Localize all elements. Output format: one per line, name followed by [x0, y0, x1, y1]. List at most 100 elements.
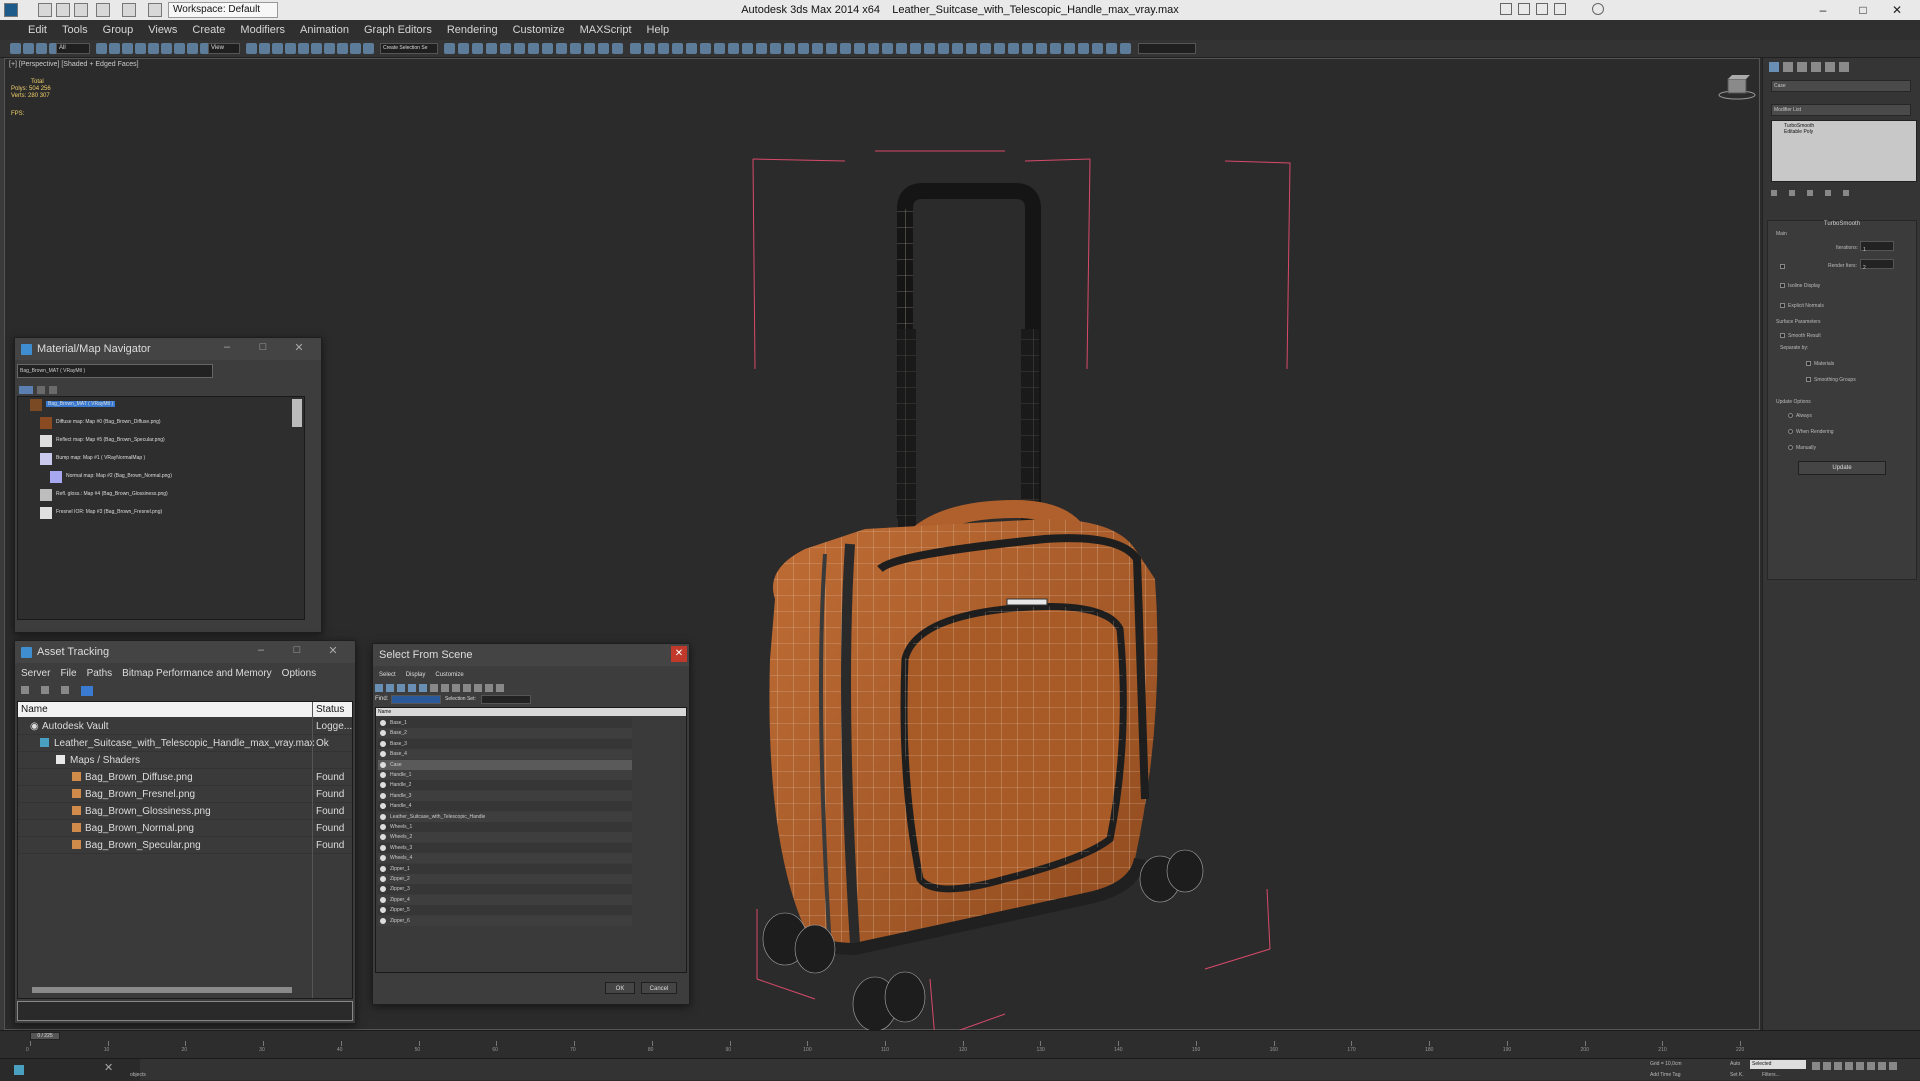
toolbar-button-icon[interactable] — [1022, 43, 1033, 54]
toolbar-button-icon[interactable] — [556, 43, 567, 54]
stack-item-editable-poly[interactable]: Editable Poly — [1772, 129, 1916, 135]
maxscript-listener[interactable]: ✕ — [0, 1059, 140, 1081]
render-iters-spinner[interactable]: 2 — [1860, 259, 1894, 271]
manually-radio[interactable] — [1788, 445, 1793, 450]
toolbar-button-icon[interactable] — [770, 43, 781, 54]
toolbar-button-icon[interactable] — [350, 43, 361, 54]
modify-tab-icon[interactable] — [1783, 62, 1793, 72]
toolbar-button-icon[interactable] — [756, 43, 767, 54]
show-end-result-icon[interactable] — [1789, 190, 1795, 196]
menu-graph-editors[interactable]: Graph Editors — [364, 24, 432, 36]
toolbar-button-icon[interactable] — [285, 43, 296, 54]
xrefs-filter-icon[interactable] — [452, 684, 460, 692]
app-menu-icon[interactable] — [4, 3, 18, 17]
menu-select[interactable]: Select — [379, 672, 396, 678]
toolbar-button-icon[interactable] — [1008, 43, 1019, 54]
checkout-icon[interactable] — [41, 686, 49, 694]
toolbar-button-icon[interactable] — [896, 43, 907, 54]
modifier-list-dropdown[interactable]: Modifier List — [1771, 104, 1911, 116]
list-header-name[interactable]: Name — [376, 708, 686, 716]
toolbar-button-icon[interactable] — [700, 43, 711, 54]
list-item[interactable]: Zipper_3 — [378, 884, 632, 895]
list-item[interactable]: Wheels_1 — [378, 822, 632, 832]
close-icon[interactable]: ✕ — [104, 1061, 113, 1074]
timeline[interactable]: 0 / 225 0 10 20 30 40 50 60 70 80 90 100 110 120 130 1… — [0, 1030, 1920, 1058]
modifier-stack[interactable]: TurboSmooth Editable Poly — [1771, 120, 1917, 182]
toolbar-button-icon[interactable] — [337, 43, 348, 54]
table-row[interactable]: Maps / Shaders — [18, 752, 352, 769]
key-filters-button[interactable]: Filters... — [1762, 1072, 1780, 1078]
configure-sets-icon[interactable] — [1843, 190, 1849, 196]
table-row[interactable]: Bag_Brown_Fresnel.png Found — [18, 786, 352, 803]
column-status[interactable]: Status — [316, 704, 344, 715]
cameras-filter-icon[interactable] — [408, 684, 416, 692]
toolbar-button-icon[interactable] — [980, 43, 991, 54]
refresh-icon[interactable] — [21, 686, 29, 694]
horizontal-scrollbar[interactable] — [32, 987, 292, 993]
menu-options[interactable]: Options — [282, 668, 316, 679]
material-root[interactable]: Bag_Brown_MAT ( VRayMtl ) — [46, 401, 116, 407]
toolbar-button-icon[interactable] — [644, 43, 655, 54]
save-file-icon[interactable] — [74, 3, 88, 17]
render-iters-checkbox[interactable] — [1780, 264, 1785, 269]
menu-rendering[interactable]: Rendering — [447, 24, 498, 36]
goto-start-icon[interactable] — [1812, 1062, 1820, 1070]
orbit-icon[interactable] — [1889, 1062, 1897, 1070]
toolbar-button-icon[interactable] — [36, 43, 47, 54]
toolbar-button-icon[interactable] — [952, 43, 963, 54]
menu-group[interactable]: Group — [103, 24, 134, 36]
smoothing-groups-checkbox[interactable] — [1806, 377, 1811, 382]
toolbar-button-icon[interactable] — [444, 43, 455, 54]
time-slider[interactable]: 0 / 225 — [30, 1032, 60, 1040]
add-time-tag[interactable]: Add Time Tag — [1650, 1072, 1680, 1078]
minimize-icon[interactable]: – — [209, 341, 245, 354]
named-selection-dropdown[interactable]: Create Selection Se — [380, 43, 438, 54]
display-tab-icon[interactable] — [1825, 62, 1835, 72]
list-item[interactable]: Zipper_5 — [378, 905, 632, 916]
close-icon[interactable]: ✕ — [281, 341, 317, 354]
material-navigator-titlebar[interactable]: Material/Map Navigator – □ ✕ — [15, 338, 321, 360]
list-item[interactable]: Base_2 — [378, 728, 632, 739]
toolbar-button-icon[interactable] — [714, 43, 725, 54]
when-rendering-radio[interactable] — [1788, 429, 1793, 434]
scene-object-list[interactable]: Name Base_1 Base_2 Base_3 Base_4 Case Handle_… — [375, 707, 687, 973]
toolbar-button-icon[interactable] — [584, 43, 595, 54]
selection-set-dropdown[interactable] — [481, 695, 531, 704]
materials-checkbox[interactable] — [1806, 361, 1811, 366]
table-row[interactable]: Leather_Suitcase_with_Telescopic_Handle_… — [18, 735, 352, 752]
maximize-icon[interactable]: □ — [245, 341, 281, 354]
prev-frame-icon[interactable] — [1823, 1062, 1831, 1070]
menu-help[interactable]: Help — [647, 24, 670, 36]
toolbar-button-icon[interactable] — [882, 43, 893, 54]
create-tab-icon[interactable] — [1769, 62, 1779, 72]
asset-tracking-titlebar[interactable]: Asset Tracking – □ ✕ — [15, 641, 355, 663]
list-item[interactable]: Base_1 — [378, 718, 632, 728]
help-icon[interactable] — [1592, 3, 1604, 15]
navigator-scrollbar[interactable] — [292, 399, 302, 427]
geometry-filter-icon[interactable] — [375, 684, 383, 692]
toolbar-button-icon[interactable] — [10, 43, 21, 54]
menu-customize[interactable]: Customize — [435, 672, 463, 678]
table-view-icon[interactable] — [81, 686, 93, 696]
close-icon[interactable]: ✕ — [671, 646, 687, 662]
iterations-spinner[interactable]: 1 — [1860, 241, 1894, 253]
selection-filter-dropdown[interactable]: All — [56, 43, 90, 54]
current-material-field[interactable]: Bag_Brown_MAT ( VRayMtl ) — [17, 364, 213, 378]
toolbar-button-icon[interactable] — [1050, 43, 1061, 54]
menu-server[interactable]: Server — [21, 668, 50, 679]
map-specular[interactable]: Reflect map: Map #5 (Bag_Brown_Specular.… — [56, 437, 165, 443]
reference-coord-dropdown[interactable]: View — [208, 43, 240, 54]
isoline-checkbox[interactable] — [1780, 283, 1785, 288]
list-item[interactable]: Base_4 — [378, 749, 632, 760]
maxscript-icon[interactable] — [14, 1065, 24, 1075]
invert-selection-icon[interactable] — [496, 684, 504, 692]
toolbar-button-icon[interactable] — [472, 43, 483, 54]
toolbar-button-icon[interactable] — [272, 43, 283, 54]
open-file-icon[interactable] — [56, 3, 70, 17]
list-item[interactable]: Handle_1 — [378, 770, 632, 780]
list-view-icon[interactable] — [19, 386, 33, 394]
motion-tab-icon[interactable] — [1811, 62, 1821, 72]
table-row[interactable]: Bag_Brown_Diffuse.png Found — [18, 769, 352, 786]
utilities-tab-icon[interactable] — [1839, 62, 1849, 72]
toolbar-button-icon[interactable] — [1064, 43, 1075, 54]
